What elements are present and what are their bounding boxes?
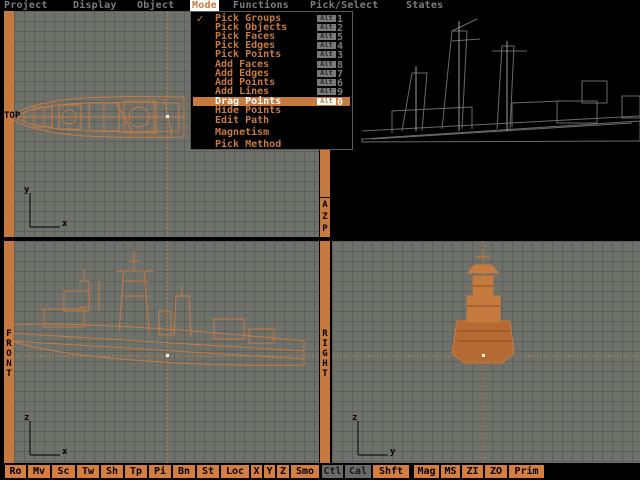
right-viewport[interactable]: z y	[332, 241, 640, 463]
mode-menu-item-label: Pick Method	[215, 139, 282, 150]
front-viewport[interactable]: z x	[4, 241, 319, 463]
front-label-n: N	[6, 359, 12, 369]
mode-menu-item-label: Edit Path	[215, 115, 270, 126]
amiga-key-icon: Alt	[317, 79, 336, 86]
toolbar-button-prim[interactable]: Prim	[509, 465, 544, 478]
amiga-key-icon: Alt	[317, 61, 336, 68]
toolbar-button-mv[interactable]: Mv	[28, 465, 50, 478]
keyboard-shortcut: Alt 1	[315, 14, 349, 25]
toolbar-button-zi[interactable]: ZI	[462, 465, 483, 478]
menu-project[interactable]: Project	[4, 0, 48, 11]
toolbar-button-tp[interactable]: Tp	[125, 465, 147, 478]
keyboard-shortcut: Alt 2	[315, 23, 349, 34]
amiga-key-icon: Alt	[317, 24, 336, 31]
keyboard-shortcut: Alt 8	[315, 60, 349, 71]
menu-object[interactable]: Object	[137, 0, 174, 11]
toolbar-button-shft[interactable]: Shft	[373, 465, 409, 478]
toolbar-button-bn[interactable]: Bn	[173, 465, 195, 478]
front-view-label[interactable]: F R O N T	[4, 241, 14, 463]
amiga-key-icon: Alt	[317, 33, 336, 40]
top-axis-x-label: x	[62, 219, 68, 229]
bottom-toolbar: Ro Mv Sc Tw Sh Tp Pi Bn St Loc X Y Z Smo Ctl Cal Shft Mag…	[0, 463, 640, 480]
right-label-h: H	[322, 359, 328, 369]
menu-mode[interactable]: Mode	[190, 0, 219, 11]
amiga-key-icon: Alt	[317, 98, 336, 105]
right-axis-y-label: y	[390, 447, 396, 457]
menu-pick-select[interactable]: Pick/Select	[310, 0, 378, 11]
right-view-label[interactable]: R I G H T	[320, 241, 330, 463]
right-axis-gizmo: z y	[352, 413, 402, 459]
front-axis-z-label: z	[24, 413, 30, 423]
keyboard-shortcut: Alt 5	[315, 32, 349, 43]
toolbar-button-sh[interactable]: Sh	[101, 465, 123, 478]
keyboard-shortcut: Alt 6	[315, 78, 349, 89]
mode-menu-item-hide-points[interactable]: Hide Points	[193, 105, 350, 116]
toolbar-button-smo[interactable]: Smo	[291, 465, 319, 478]
mode-menu-item-pick-method[interactable]: Pick Method	[193, 139, 350, 150]
toolbar-button-loc[interactable]: Loc	[221, 465, 249, 478]
toolbar-button-y[interactable]: Y	[264, 465, 275, 478]
mode-menu-item-label: Add Lines	[215, 86, 270, 97]
toolbar-button-tw[interactable]: Tw	[77, 465, 99, 478]
right-label-g: G	[322, 349, 328, 359]
perspective-view-label[interactable]: A Z P	[320, 198, 330, 237]
menu-states[interactable]: States	[406, 0, 443, 11]
right-label-i: I	[322, 339, 328, 349]
toolbar-button-z[interactable]: Z	[277, 465, 289, 478]
top-axis-y-label: y	[24, 185, 30, 195]
mode-menu-item-add-lines[interactable]: Add Lines Alt 9	[193, 86, 350, 99]
toolbar-button-pi[interactable]: Pi	[149, 465, 171, 478]
mode-menu-item-label: Hide Points	[215, 105, 282, 116]
mode-menu-item-label: Pick Points	[215, 49, 282, 60]
mode-menu-item-pick-points[interactable]: Pick Points Alt 3	[193, 49, 350, 62]
mode-menu-item-magnetism[interactable]: Magnetism	[193, 127, 350, 138]
perspective-viewport[interactable]	[332, 11, 640, 237]
mode-dropdown-menu: ✓ Pick Groups Alt 1 Pick Objects Alt 2 Pick Fac…	[190, 11, 353, 150]
toolbar-button-sc[interactable]: Sc	[52, 465, 75, 478]
right-axis-z-label: z	[352, 413, 358, 423]
toolbar-button-x[interactable]: X	[251, 465, 262, 478]
amiga-key-icon: Alt	[317, 42, 336, 49]
amiga-key-icon: Alt	[317, 51, 336, 58]
keyboard-shortcut: Alt 9	[315, 87, 349, 98]
right-label-r: R	[322, 329, 328, 339]
amiga-key-icon: Alt	[317, 88, 336, 95]
menu-display[interactable]: Display	[73, 0, 117, 11]
front-axis-gizmo: z x	[24, 413, 74, 459]
amiga-key-icon: Alt	[317, 15, 336, 22]
front-label-t: T	[6, 369, 12, 379]
right-label-t: T	[322, 369, 328, 379]
front-axis-x-label: x	[62, 447, 68, 457]
toolbar-button-zo[interactable]: ZO	[485, 465, 507, 478]
menu-bar: Project Display Object Mode Functions Pi…	[0, 0, 640, 11]
top-axis-gizmo: y x	[24, 185, 74, 231]
toolbar-button-cal[interactable]: Cal	[345, 465, 371, 478]
front-label-r: R	[6, 339, 12, 349]
toolbar-button-st[interactable]: St	[197, 465, 219, 478]
toolbar-button-ro[interactable]: Ro	[5, 465, 26, 478]
keyboard-shortcut: Alt 4	[315, 41, 349, 52]
top-view-label[interactable]: TOP	[4, 11, 20, 237]
keyboard-shortcut: Alt 0	[315, 97, 349, 108]
perspective-label-a: A	[322, 200, 328, 210]
amiga-key-icon: Alt	[317, 70, 336, 77]
perspective-label-p: P	[322, 224, 328, 234]
perspective-label-z: Z	[322, 212, 328, 222]
toolbar-button-mag[interactable]: Mag	[414, 465, 439, 478]
mode-menu-item-edit-path[interactable]: Edit Path	[193, 115, 350, 126]
ship-perspective-wireframe	[361, 18, 640, 143]
front-label-o: O	[6, 349, 12, 359]
keyboard-shortcut: Alt 3	[315, 50, 349, 61]
toolbar-button-ctl[interactable]: Ctl	[322, 465, 343, 478]
keyboard-shortcut: Alt 7	[315, 69, 349, 80]
toolbar-button-ms[interactable]: MS	[441, 465, 460, 478]
front-label-f: F	[6, 329, 12, 339]
menu-functions[interactable]: Functions	[233, 0, 289, 11]
mode-menu-item-label: Magnetism	[215, 127, 270, 138]
